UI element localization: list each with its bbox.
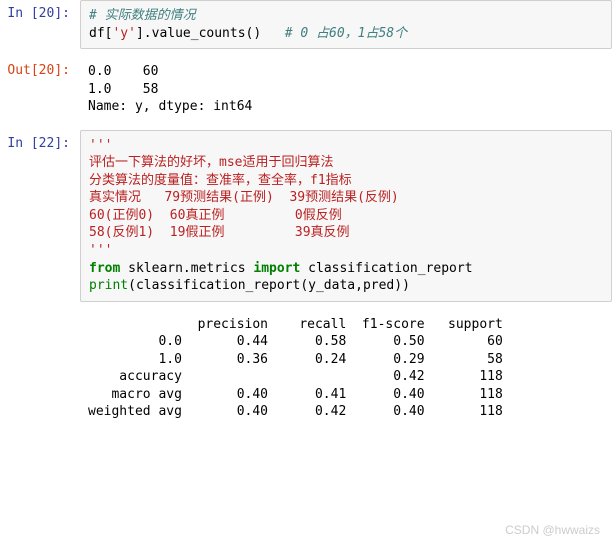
code-line: print(classification_report(y_data,pred)…: [89, 277, 603, 295]
report-row: 1.0 0.36 0.24 0.29 58: [88, 351, 604, 369]
report-macro: macro avg 0.40 0.41 0.40 118: [88, 386, 604, 404]
comment: # 实际数据的情况: [89, 8, 196, 23]
code-line: 分类算法的度量值：查准率，查全率，f1指标: [89, 172, 603, 190]
string: 'y': [112, 26, 135, 41]
keyword-import: import: [253, 261, 300, 276]
output-cell-20: Out[20]: 0.0 60 1.0 58 Name: y, dtype: i…: [0, 57, 612, 122]
code-line: 60(正例0) 60真正例 0假反例: [89, 207, 603, 225]
report-header: precision recall f1-score support: [88, 316, 604, 334]
code-line: 58(反例1) 19假正例 39真反例: [89, 224, 603, 242]
code-input-22[interactable]: ''' 评估一下算法的好坏，mse适用于回归算法 分类算法的度量值：查准率，查全…: [80, 130, 612, 302]
code-line: # 实际数据的情况: [89, 7, 603, 25]
output-line: 0.0 60: [88, 63, 604, 81]
code-output-20: 0.0 60 1.0 58 Name: y, dtype: int64: [80, 57, 612, 122]
code-line: 真实情况 79预测结果(正例) 39预测结果(反例): [89, 189, 603, 207]
report-accuracy: accuracy 0.42 118: [88, 368, 604, 386]
code-line: from sklearn.metrics import classificati…: [89, 260, 603, 278]
code-cell-22: In [22]: ''' 评估一下算法的好坏，mse适用于回归算法 分类算法的度…: [0, 130, 612, 302]
docstring: 60(正例0) 60真正例 0假反例: [89, 208, 342, 223]
code-line: ''': [89, 242, 603, 260]
docstring: ''': [89, 138, 112, 153]
report-row: 0.0 0.44 0.58 0.50 60: [88, 333, 604, 351]
code-line: df['y'].value_counts() # 0 占60，1占58个: [89, 25, 603, 43]
output-line: Name: y, dtype: int64: [88, 98, 604, 116]
builtin-print: print: [89, 278, 128, 293]
comment: # 0 占60，1占58个: [285, 26, 407, 41]
in-prompt-20: In [20]:: [0, 0, 80, 49]
code-output-22: precision recall f1-score support 0.0 0.…: [80, 310, 612, 427]
code-input-20[interactable]: # 实际数据的情况 df['y'].value_counts() # 0 占60…: [80, 0, 612, 49]
report-weighted: weighted avg 0.40 0.42 0.40 118: [88, 403, 604, 421]
out-prompt-22-blank: [0, 310, 80, 427]
output-cell-22: precision recall f1-score support 0.0 0.…: [0, 310, 612, 427]
code-line: 评估一下算法的好坏，mse适用于回归算法: [89, 154, 603, 172]
docstring: 分类算法的度量值：查准率，查全率，f1指标: [89, 173, 352, 188]
output-line: 1.0 58: [88, 81, 604, 99]
out-prompt-20: Out[20]:: [0, 57, 80, 122]
in-prompt-22: In [22]:: [0, 130, 80, 302]
docstring: ''': [89, 243, 112, 258]
docstring: 58(反例1) 19假正例 39真反例: [89, 225, 350, 240]
docstring: 评估一下算法的好坏，mse适用于回归算法: [89, 155, 333, 170]
keyword-from: from: [89, 261, 120, 276]
code-cell-20: In [20]: # 实际数据的情况 df['y'].value_counts(…: [0, 0, 612, 49]
watermark: CSDN @hwwaizs: [505, 523, 600, 537]
docstring: 真实情况 79预测结果(正例) 39预测结果(反例): [89, 190, 399, 205]
code-line: ''': [89, 137, 603, 155]
